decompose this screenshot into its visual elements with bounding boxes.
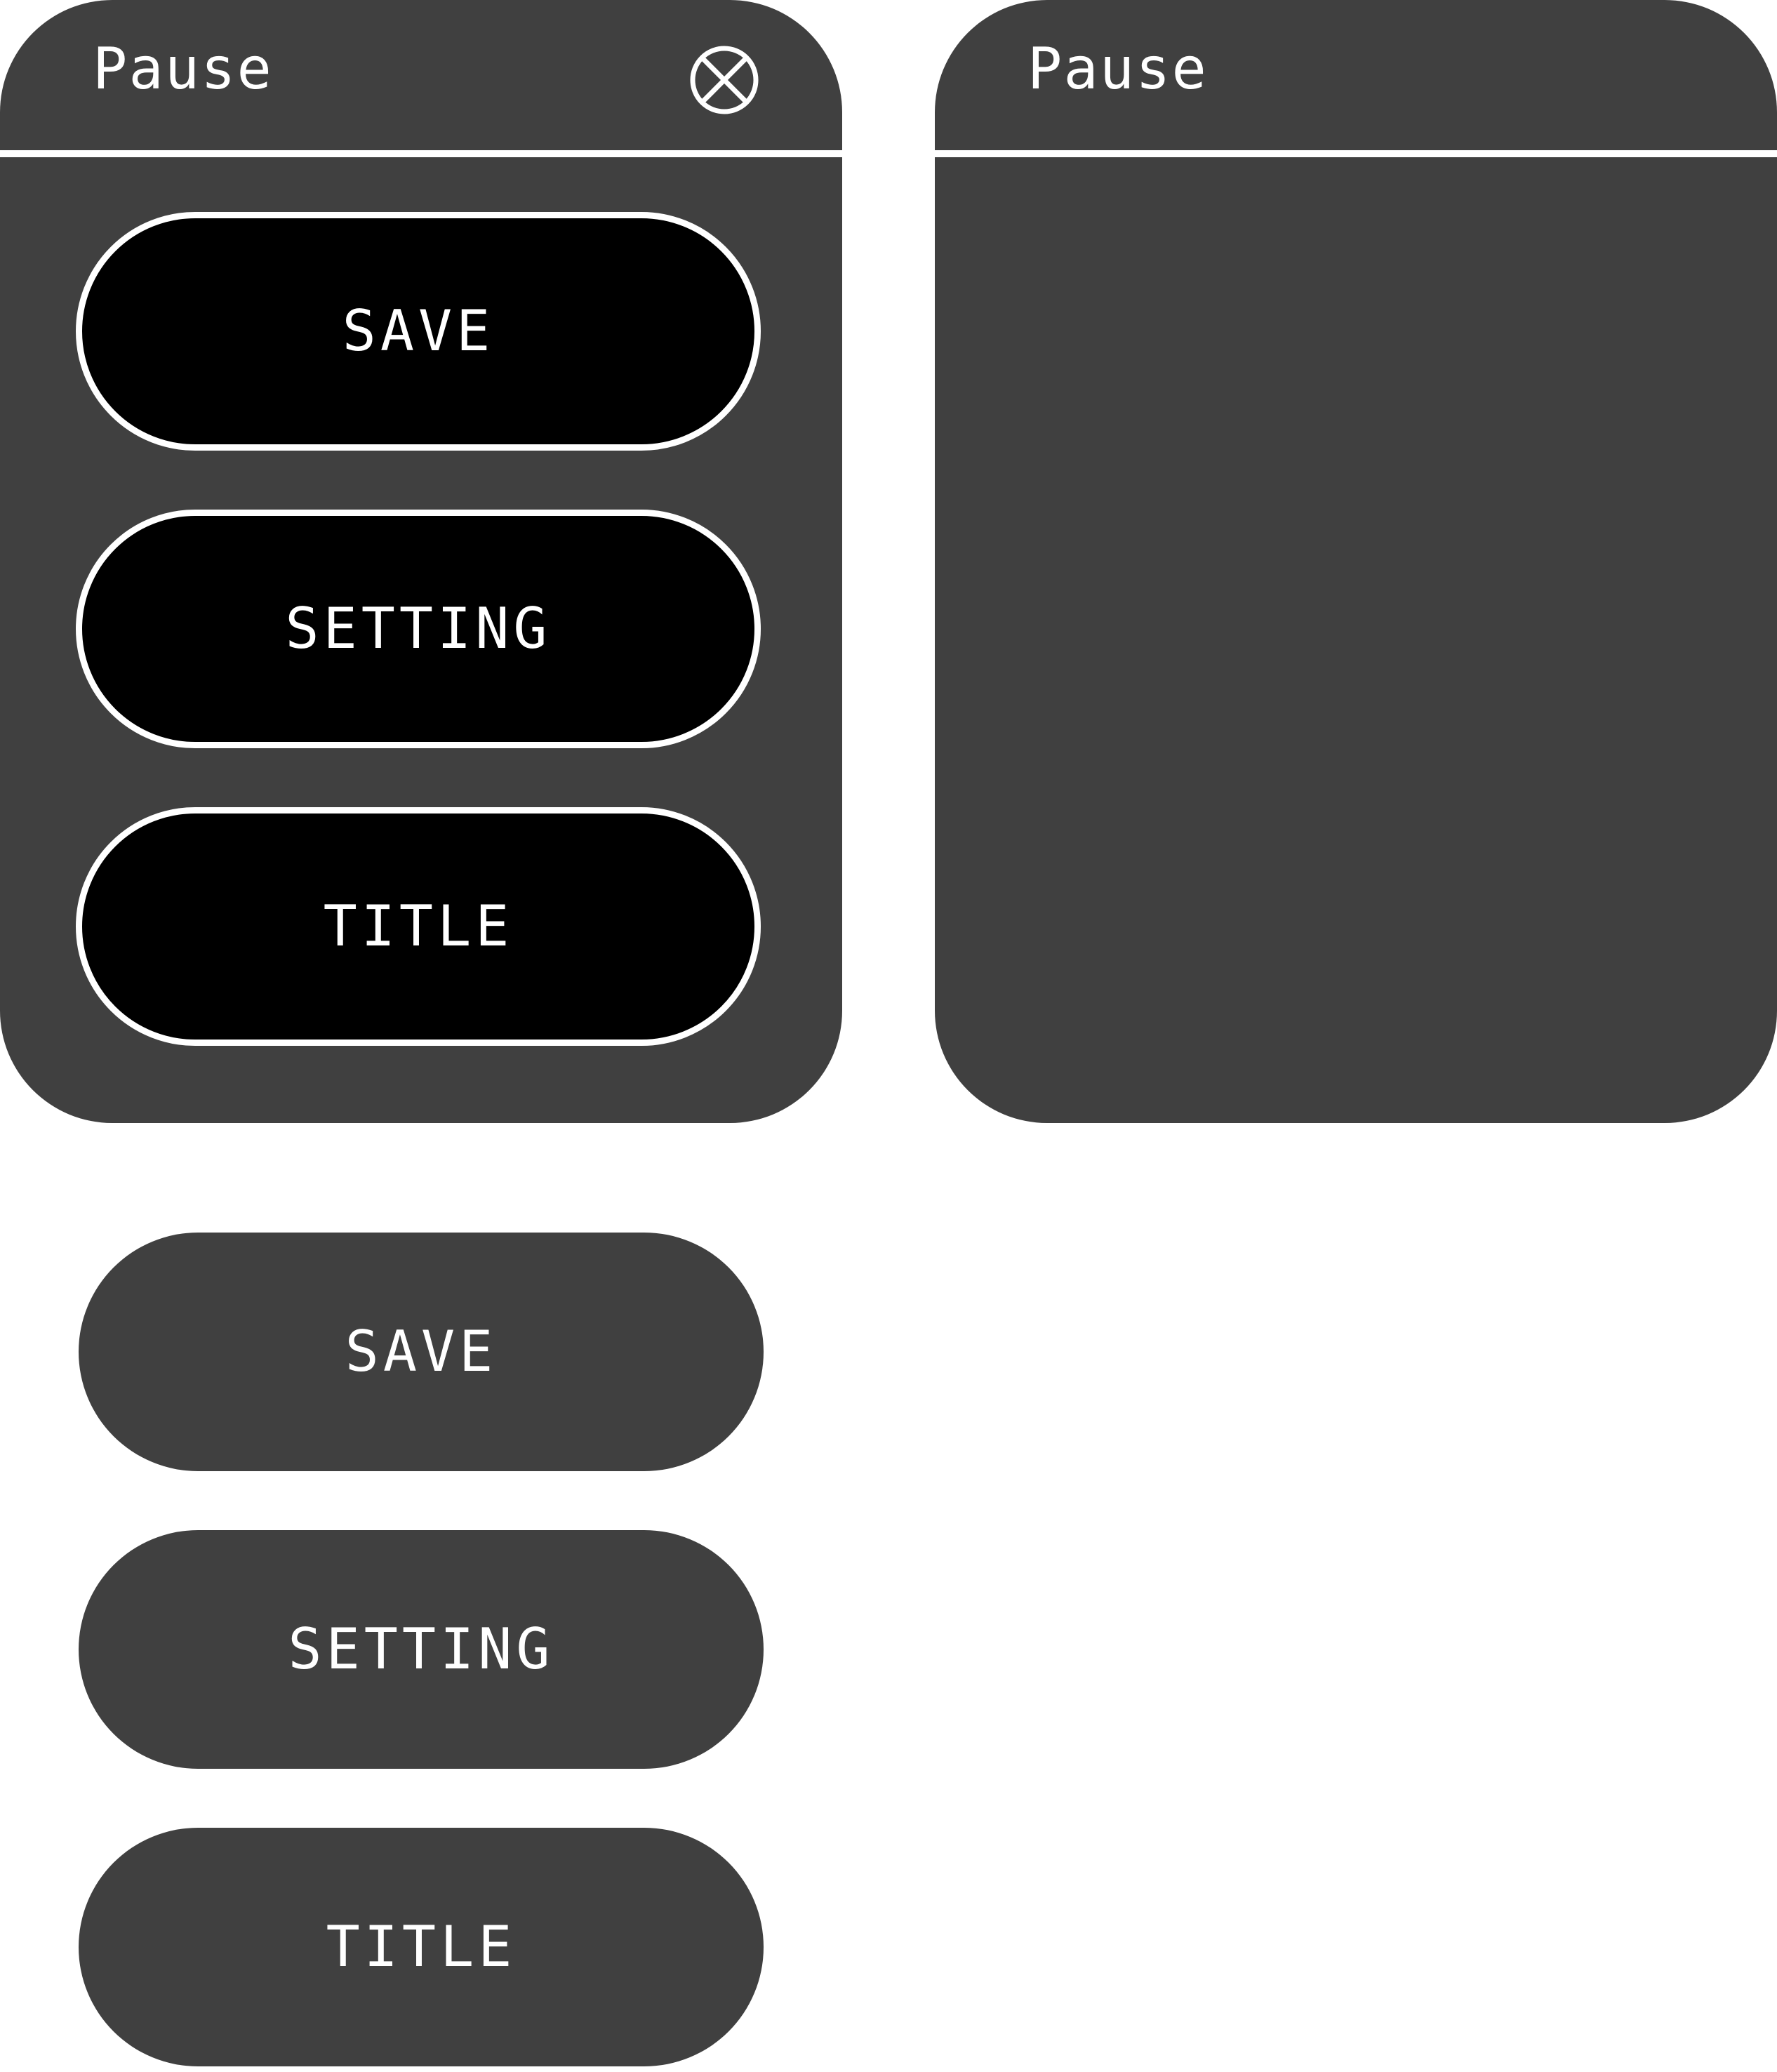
setting-button[interactable]: SETTING <box>76 510 761 748</box>
setting-button-idle[interactable]: SETTING <box>79 1530 764 1769</box>
save-button-label: SAVE <box>342 298 495 364</box>
close-button[interactable] <box>689 45 759 115</box>
setting-button-idle-label: SETTING <box>288 1616 554 1682</box>
pause-panel: Pause SAVE SETTING TITLE <box>0 0 842 1123</box>
save-button-idle[interactable]: SAVE <box>79 1233 764 1471</box>
title-button-label: TITLE <box>323 894 514 959</box>
pause-panel-empty-header: Pause <box>935 0 1777 157</box>
panel-title: Pause <box>93 36 273 102</box>
pause-panel-empty: Pause <box>935 0 1777 1123</box>
setting-button-label: SETTING <box>285 596 552 661</box>
title-button-idle-label: TITLE <box>326 1914 517 1979</box>
title-button-idle[interactable]: TITLE <box>79 1828 764 2066</box>
title-button[interactable]: TITLE <box>76 807 761 1046</box>
save-button-idle-label: SAVE <box>345 1319 498 1384</box>
pause-panel-header: Pause <box>0 0 842 157</box>
panel-title: Pause <box>1027 36 1208 102</box>
save-button[interactable]: SAVE <box>76 212 761 451</box>
close-circle-x-icon <box>689 45 759 115</box>
